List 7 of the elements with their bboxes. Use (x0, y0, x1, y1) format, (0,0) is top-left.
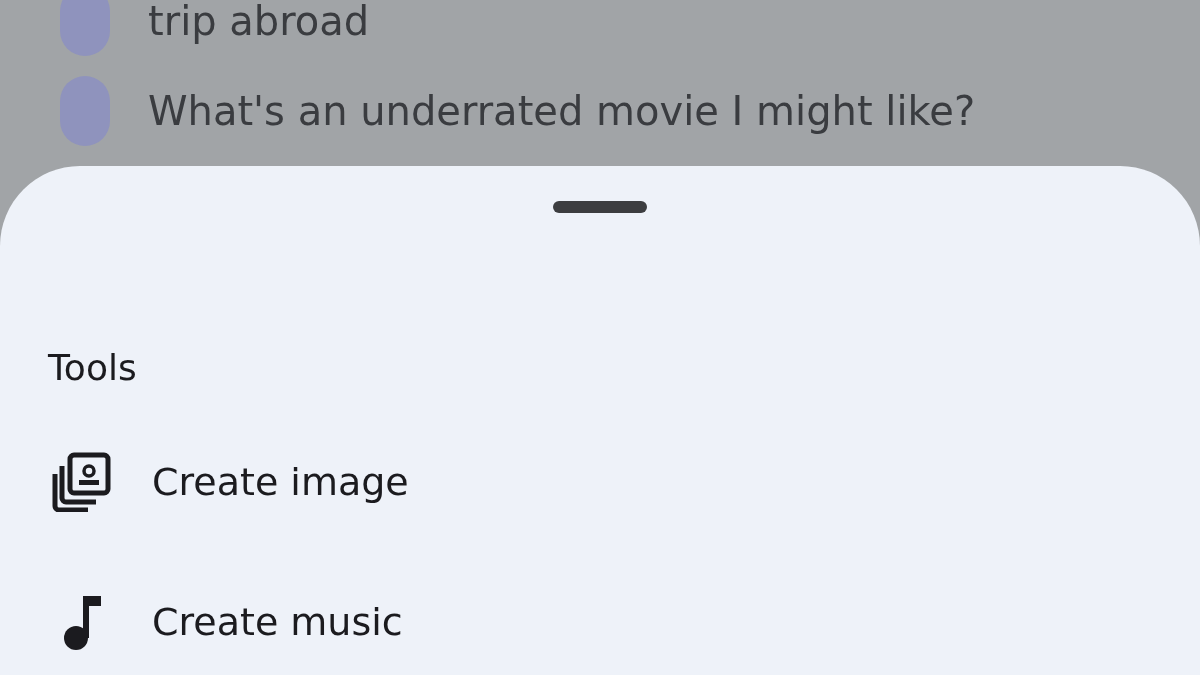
drag-handle[interactable] (553, 201, 647, 213)
sheet-title: Tools (48, 347, 138, 388)
image-stack-icon (52, 452, 112, 512)
suggestion-text[interactable]: trip abroad (148, 0, 370, 44)
tool-item[interactable]: Create music (0, 592, 1200, 652)
tool-item[interactable]: Create image (0, 452, 1200, 512)
suggestion-text[interactable]: What's an underrated movie I might like? (148, 88, 976, 134)
